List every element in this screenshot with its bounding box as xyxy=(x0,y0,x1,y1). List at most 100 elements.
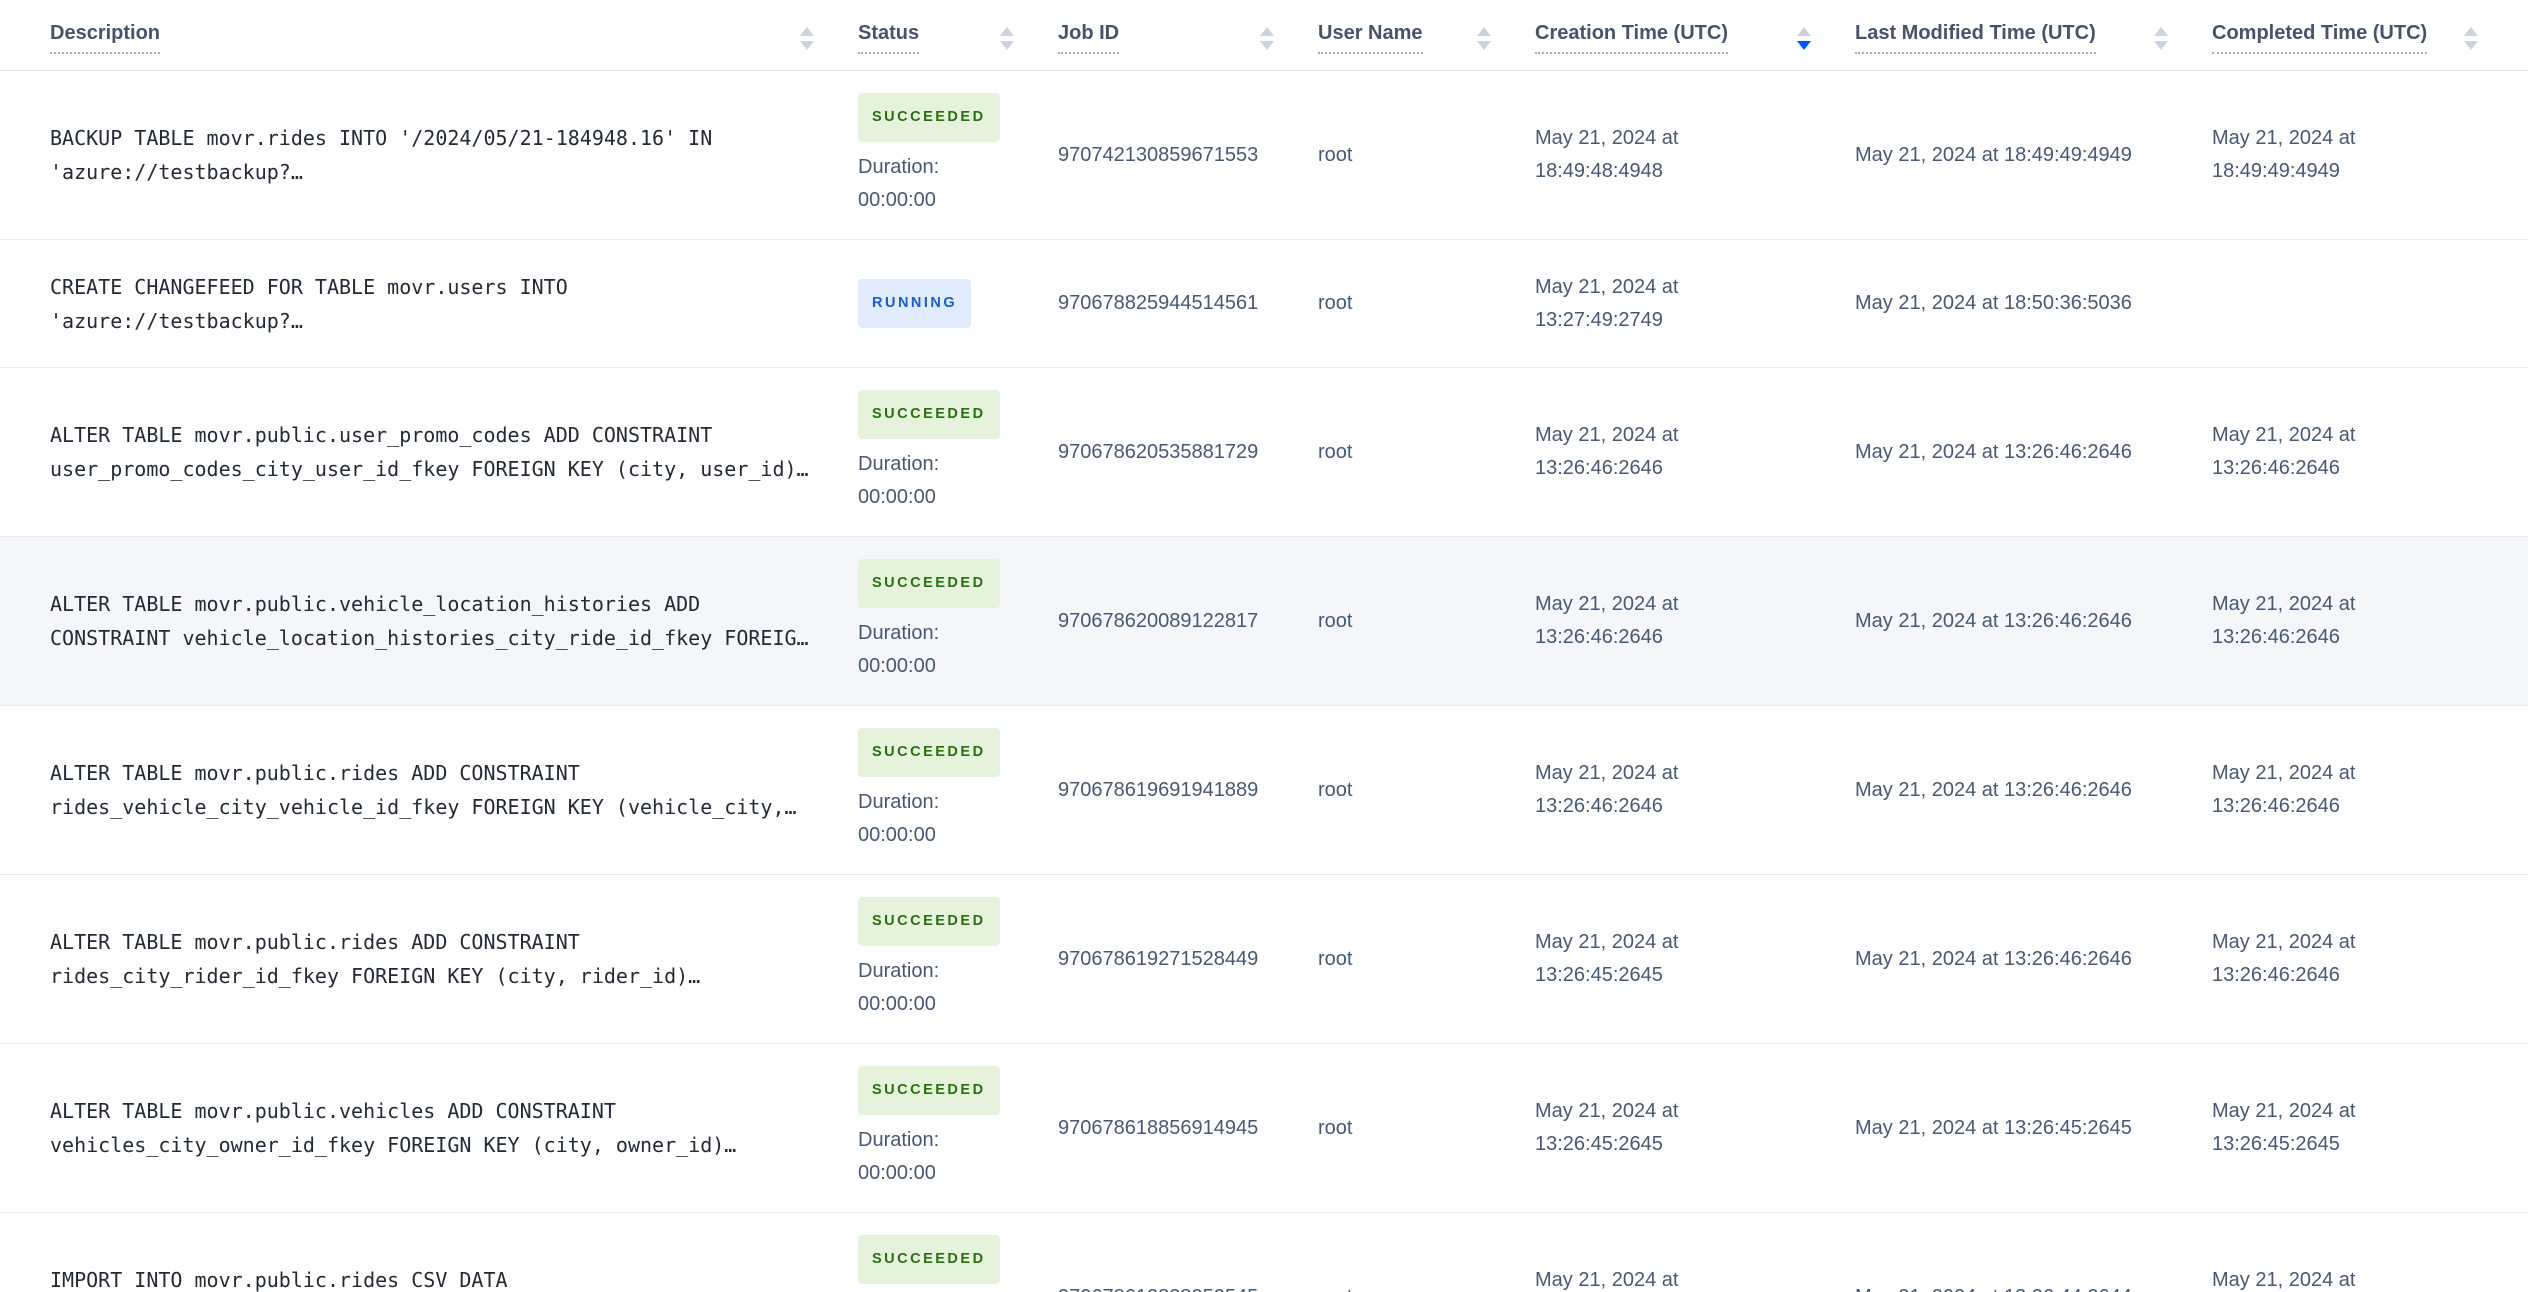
sort-icon[interactable] xyxy=(1260,26,1274,50)
job-last-modified-time-cell: May 21, 2024 at 13:26:45:2645 xyxy=(1855,1116,2132,1139)
sort-up-arrow-icon xyxy=(800,26,814,36)
column-label: Status xyxy=(858,22,920,54)
column-label: Description xyxy=(50,22,161,54)
table-row: ALTER TABLE movr.public.vehicles ADD CON… xyxy=(0,1044,2528,1213)
sort-icon[interactable] xyxy=(2154,26,2168,50)
job-description-link[interactable]: ALTER TABLE movr.public.vehicle_location… xyxy=(50,587,858,655)
sort-icon[interactable] xyxy=(1477,26,1491,50)
job-creation-time-cell: May 21, 2024 at 13:26:43:2643 xyxy=(1535,1269,1679,1291)
table-row: ALTER TABLE movr.public.rides ADD CONSTR… xyxy=(0,875,2528,1044)
job-status-cell: SUCCEEDED Duration: 00:00:00 xyxy=(858,1066,1058,1190)
column-label: Completed Time (UTC) xyxy=(2212,22,2428,54)
status-badge: SUCCEEDED xyxy=(858,390,1000,439)
status-badge: SUCCEEDED xyxy=(858,93,1000,142)
column-header-completed-time[interactable]: Completed Time (UTC) xyxy=(2212,22,2492,54)
sort-up-arrow-icon xyxy=(1477,26,1491,36)
job-description-link[interactable]: ALTER TABLE movr.public.rides ADD CONSTR… xyxy=(50,756,858,824)
jobs-table: Description Status Job ID User Name Crea… xyxy=(0,0,2528,1292)
job-duration: Duration: 00:00:00 xyxy=(858,955,1058,1021)
job-last-modified-time-cell: May 21, 2024 at 13:26:44:2644 xyxy=(1855,1281,2212,1292)
duration-label: Duration: xyxy=(858,791,940,813)
job-completed-time-cell: May 21, 2024 at 13:26:44:2644 xyxy=(2212,1269,2356,1291)
job-description-link[interactable]: CREATE CHANGEFEED FOR TABLE movr.users I… xyxy=(50,270,858,338)
job-completed-time-cell: May 21, 2024 at 13:26:46:2646 xyxy=(2212,931,2356,986)
job-id-cell: 970678619271528449 xyxy=(1058,947,1259,970)
sort-up-arrow-icon xyxy=(1260,26,1274,36)
duration-label: Duration: xyxy=(858,622,940,644)
job-description-link[interactable]: IMPORT INTO movr.public.rides CSV DATA (… xyxy=(50,1263,858,1292)
status-badge: SUCCEEDED xyxy=(858,1235,1000,1284)
column-label: User Name xyxy=(1318,22,1423,54)
job-creation-time-cell: May 21, 2024 at 13:26:46:2646 xyxy=(1535,593,1679,648)
column-label: Job ID xyxy=(1058,22,1120,54)
job-completed-time-cell: May 21, 2024 at 13:26:46:2646 xyxy=(2212,762,2356,817)
job-id-cell: 970678620089122817 xyxy=(1058,609,1259,632)
sort-icon[interactable] xyxy=(1797,26,1811,50)
job-id-cell: 970678618856914945 xyxy=(1058,1116,1259,1139)
job-id-cell: 970678612838252545 xyxy=(1058,1281,1318,1292)
table-row: CREATE CHANGEFEED FOR TABLE movr.users I… xyxy=(0,240,2528,368)
status-badge: RUNNING xyxy=(858,279,972,328)
sort-icon[interactable] xyxy=(800,26,814,50)
column-header-last-modified-time[interactable]: Last Modified Time (UTC) xyxy=(1855,22,2212,54)
sort-down-arrow-icon xyxy=(2154,40,2168,50)
sort-icon[interactable] xyxy=(2464,26,2478,50)
job-completed-time-cell: May 21, 2024 at 13:26:46:2646 xyxy=(2212,424,2356,479)
job-duration: Duration: 00:00:00 xyxy=(858,151,1058,217)
jobs-table-body: BACKUP TABLE movr.rides INTO '/2024/05/2… xyxy=(0,71,2528,1292)
job-description-link[interactable]: ALTER TABLE movr.public.rides ADD CONSTR… xyxy=(50,925,858,993)
job-description-link[interactable]: BACKUP TABLE movr.rides INTO '/2024/05/2… xyxy=(50,121,858,189)
duration-value: 00:00:00 xyxy=(858,993,936,1015)
column-header-status[interactable]: Status xyxy=(858,22,1058,54)
job-status-cell: SUCCEEDED Duration: 00:00:00 xyxy=(858,897,1058,1021)
table-row: ALTER TABLE movr.public.vehicle_location… xyxy=(0,537,2528,706)
duration-label: Duration: xyxy=(858,156,940,178)
column-label: Creation Time (UTC) xyxy=(1535,22,1728,54)
job-completed-time-cell: May 21, 2024 at 18:49:49:4949 xyxy=(2212,127,2356,182)
job-status-cell: SUCCEEDED Duration: 00:00:00 xyxy=(858,1235,1058,1292)
column-header-user-name[interactable]: User Name xyxy=(1318,22,1535,54)
duration-value: 00:00:00 xyxy=(858,655,936,677)
duration-value: 00:00:00 xyxy=(858,189,936,211)
job-id-cell: 970678825944514561 xyxy=(1058,292,1259,314)
job-user-name-cell: root xyxy=(1318,143,1353,166)
job-user-name-cell: root xyxy=(1318,947,1353,970)
duration-label: Duration: xyxy=(858,960,940,982)
job-status-cell: SUCCEEDED Duration: 00:00:00 xyxy=(858,390,1058,514)
job-user-name-cell: root xyxy=(1318,609,1353,632)
sort-down-arrow-icon xyxy=(2464,40,2478,50)
job-status-cell: SUCCEEDED Duration: 00:00:00 xyxy=(858,93,1058,217)
job-description-link[interactable]: ALTER TABLE movr.public.vehicles ADD CON… xyxy=(50,1094,858,1162)
sort-icon[interactable] xyxy=(1000,26,1014,50)
table-row: ALTER TABLE movr.public.user_promo_codes… xyxy=(0,368,2528,537)
duration-value: 00:00:00 xyxy=(858,1162,936,1184)
job-user-name-cell: root xyxy=(1318,292,1353,314)
status-badge: SUCCEEDED xyxy=(858,728,1000,777)
job-user-name-cell: root xyxy=(1318,440,1353,463)
job-creation-time-cell: May 21, 2024 at 13:26:46:2646 xyxy=(1535,424,1679,479)
job-last-modified-time-cell: May 21, 2024 at 18:49:49:4949 xyxy=(1855,143,2132,166)
jobs-table-header: Description Status Job ID User Name Crea… xyxy=(0,0,2528,71)
column-label: Last Modified Time (UTC) xyxy=(1855,22,2096,54)
job-duration: Duration: 00:00:00 xyxy=(858,786,1058,852)
job-status-cell: SUCCEEDED Duration: 00:00:00 xyxy=(858,559,1058,683)
job-duration: Duration: 00:00:00 xyxy=(858,617,1058,683)
job-status-cell: RUNNING xyxy=(858,279,1058,328)
column-header-job-id[interactable]: Job ID xyxy=(1058,22,1318,54)
job-creation-time-cell: May 21, 2024 at 13:26:45:2645 xyxy=(1535,1100,1679,1155)
column-header-creation-time[interactable]: Creation Time (UTC) xyxy=(1535,22,1855,54)
job-completed-time-cell: May 21, 2024 at 13:26:46:2646 xyxy=(2212,593,2356,648)
status-badge: SUCCEEDED xyxy=(858,559,1000,608)
job-description-link[interactable]: ALTER TABLE movr.public.user_promo_codes… xyxy=(50,418,858,486)
job-completed-time-cell: May 21, 2024 at 13:26:45:2645 xyxy=(2212,1100,2356,1155)
duration-value: 00:00:00 xyxy=(858,486,936,508)
column-header-description[interactable]: Description xyxy=(50,22,858,54)
job-last-modified-time-cell: May 21, 2024 at 18:50:36:5036 xyxy=(1855,292,2132,314)
job-creation-time-cell: May 21, 2024 at 13:26:46:2646 xyxy=(1535,762,1679,817)
job-id-cell: 970742130859671553 xyxy=(1058,143,1259,166)
job-creation-time-cell: May 21, 2024 at 13:27:49:2749 xyxy=(1535,275,1679,331)
job-duration: Duration: 00:00:00 xyxy=(858,1124,1058,1190)
job-creation-time-cell: May 21, 2024 at 18:49:48:4948 xyxy=(1535,127,1679,182)
job-last-modified-time-cell: May 21, 2024 at 13:26:46:2646 xyxy=(1855,778,2132,801)
job-user-name-cell: root xyxy=(1318,1281,1535,1292)
